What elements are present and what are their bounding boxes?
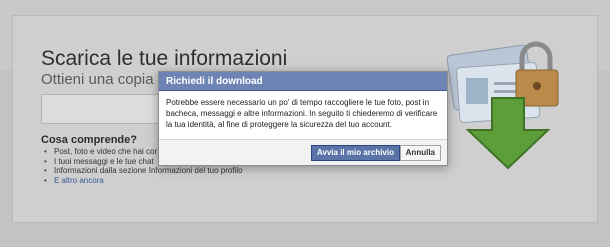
more-link[interactable]: E altro ancora (44, 176, 243, 186)
page-title: Scarica le tue informazioni (41, 47, 288, 70)
start-archive-button[interactable]: Avvia il mio archivio (310, 145, 400, 161)
dialog-footer: Avvia il mio archivio Annulla (159, 139, 447, 165)
page-subtitle: Ottieni una copia de (41, 71, 175, 88)
cancel-button[interactable]: Annulla (399, 145, 441, 161)
background-button-area (41, 94, 161, 124)
dialog-message: Potrebbe essere necessario un po' di tem… (166, 98, 438, 129)
request-download-dialog: Richiedi il download Potrebbe essere nec… (158, 71, 448, 166)
section-title: Cosa comprende? (41, 134, 137, 146)
dialog-title: Richiedi il download (159, 72, 447, 91)
list-item: Informazioni dalla sezione Informazioni … (44, 166, 243, 176)
padlock-icon (515, 41, 559, 107)
download-illustration (446, 41, 559, 170)
